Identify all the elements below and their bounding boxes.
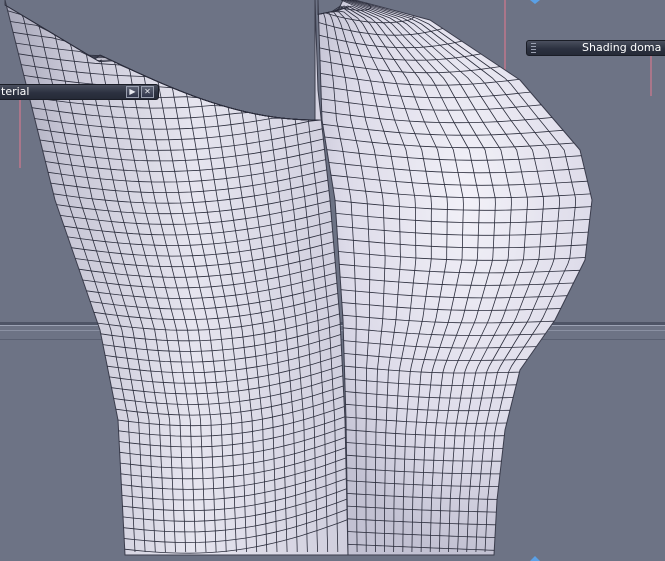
mesh-front-panel (317, 0, 593, 556)
3d-viewport[interactable]: terial ▶ ✕ Shading doma (0, 0, 665, 561)
mesh-surface (317, 0, 593, 556)
play-icon[interactable]: ▶ (126, 86, 139, 98)
close-icon[interactable]: ✕ (141, 86, 154, 98)
shading-panel-title: Shading doma (582, 41, 662, 54)
shading-domain-panel-titlebar[interactable]: Shading doma (526, 40, 665, 56)
material-panel-titlebar[interactable]: terial ▶ ✕ (0, 84, 159, 100)
material-panel-title: terial (1, 85, 30, 98)
grip-icon[interactable] (531, 43, 536, 53)
top-edge-marker (530, 0, 540, 4)
bottom-edge-marker (530, 556, 540, 561)
